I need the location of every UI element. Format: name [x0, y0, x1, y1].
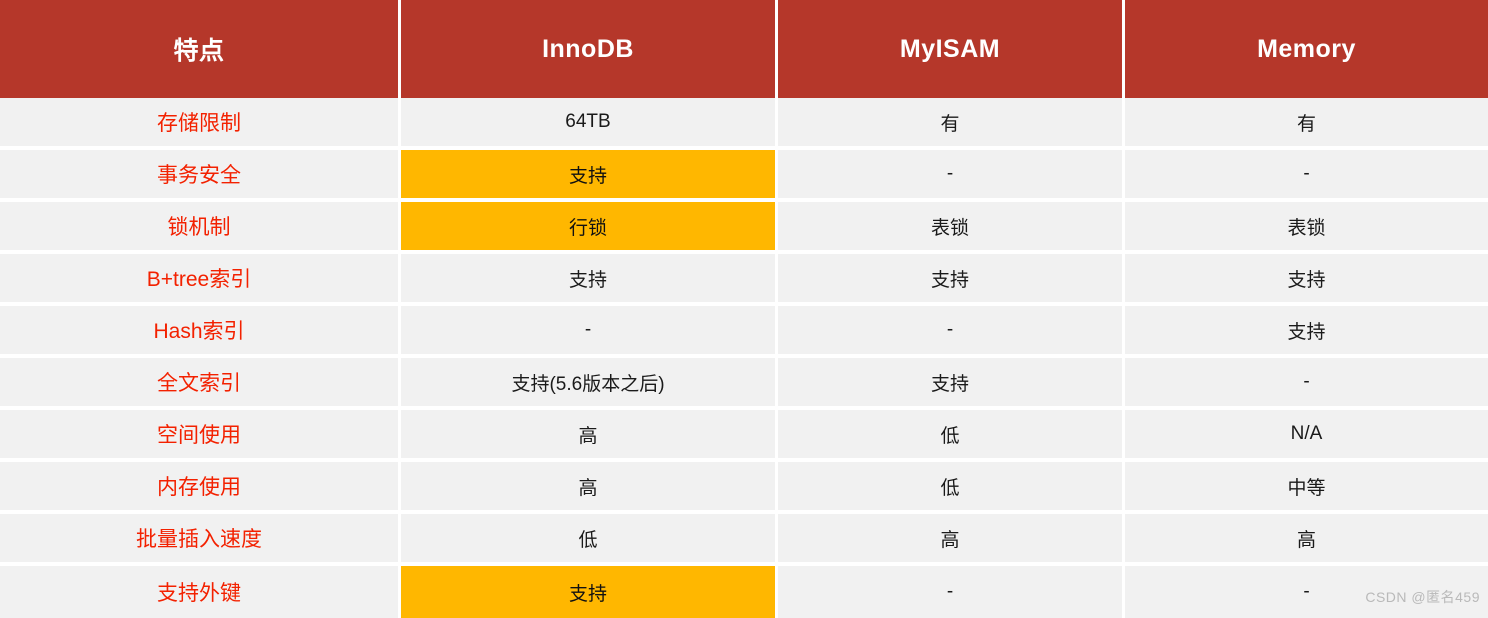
table-body: 存储限制 64TB 有 有 事务安全 支持 - - 锁机制 行锁 表锁 表锁 B…	[0, 98, 1488, 618]
table-row: 内存使用 高 低 中等	[0, 462, 1488, 514]
column-header-feature: 特点	[0, 0, 401, 98]
cell-innodb: -	[401, 306, 778, 358]
cell-myisam: 低	[778, 410, 1125, 462]
cell-myisam: 有	[778, 98, 1125, 150]
cell-innodb: 高	[401, 462, 778, 514]
cell-feature: 事务安全	[0, 150, 401, 202]
table-row: Hash索引 - - 支持	[0, 306, 1488, 358]
cell-memory: 有	[1125, 98, 1488, 150]
cell-memory: 支持	[1125, 306, 1488, 358]
header-row: 特点 InnoDB MyISAM Memory	[0, 0, 1488, 98]
table-row: 事务安全 支持 - -	[0, 150, 1488, 202]
column-header-innodb: InnoDB	[401, 0, 778, 98]
cell-memory: 支持	[1125, 254, 1488, 306]
table-row: 批量插入速度 低 高 高	[0, 514, 1488, 566]
cell-feature: 全文索引	[0, 358, 401, 410]
cell-memory: 高	[1125, 514, 1488, 566]
cell-innodb: 行锁	[401, 202, 778, 254]
table-row: 全文索引 支持(5.6版本之后) 支持 -	[0, 358, 1488, 410]
table-row: 锁机制 行锁 表锁 表锁	[0, 202, 1488, 254]
cell-innodb: 支持	[401, 566, 778, 618]
cell-myisam: 低	[778, 462, 1125, 514]
table-row: 支持外键 支持 - -	[0, 566, 1488, 618]
storage-engine-comparison-table: 特点 InnoDB MyISAM Memory 存储限制 64TB 有 有 事务…	[0, 0, 1488, 618]
cell-memory: -	[1125, 150, 1488, 202]
cell-myisam: 高	[778, 514, 1125, 566]
cell-myisam: -	[778, 566, 1125, 618]
cell-memory: N/A	[1125, 410, 1488, 462]
cell-memory: 中等	[1125, 462, 1488, 514]
cell-feature: 批量插入速度	[0, 514, 401, 566]
cell-myisam: 支持	[778, 254, 1125, 306]
column-header-myisam: MyISAM	[778, 0, 1125, 98]
cell-memory: -	[1125, 566, 1488, 618]
cell-innodb: 低	[401, 514, 778, 566]
cell-memory: 表锁	[1125, 202, 1488, 254]
column-header-memory: Memory	[1125, 0, 1488, 98]
table-row: B+tree索引 支持 支持 支持	[0, 254, 1488, 306]
cell-myisam: -	[778, 306, 1125, 358]
cell-myisam: 支持	[778, 358, 1125, 410]
cell-feature: 支持外键	[0, 566, 401, 618]
cell-memory: -	[1125, 358, 1488, 410]
table-row: 空间使用 高 低 N/A	[0, 410, 1488, 462]
comparison-table-container: 特点 InnoDB MyISAM Memory 存储限制 64TB 有 有 事务…	[0, 0, 1488, 618]
cell-feature: 内存使用	[0, 462, 401, 514]
table-row: 存储限制 64TB 有 有	[0, 98, 1488, 150]
cell-innodb: 高	[401, 410, 778, 462]
cell-myisam: 表锁	[778, 202, 1125, 254]
cell-feature: B+tree索引	[0, 254, 401, 306]
cell-innodb: 64TB	[401, 98, 778, 150]
cell-innodb: 支持	[401, 254, 778, 306]
cell-feature: 锁机制	[0, 202, 401, 254]
cell-feature: 存储限制	[0, 98, 401, 150]
cell-innodb: 支持	[401, 150, 778, 202]
cell-feature: Hash索引	[0, 306, 401, 358]
cell-myisam: -	[778, 150, 1125, 202]
cell-innodb: 支持(5.6版本之后)	[401, 358, 778, 410]
cell-feature: 空间使用	[0, 410, 401, 462]
table-header: 特点 InnoDB MyISAM Memory	[0, 0, 1488, 98]
